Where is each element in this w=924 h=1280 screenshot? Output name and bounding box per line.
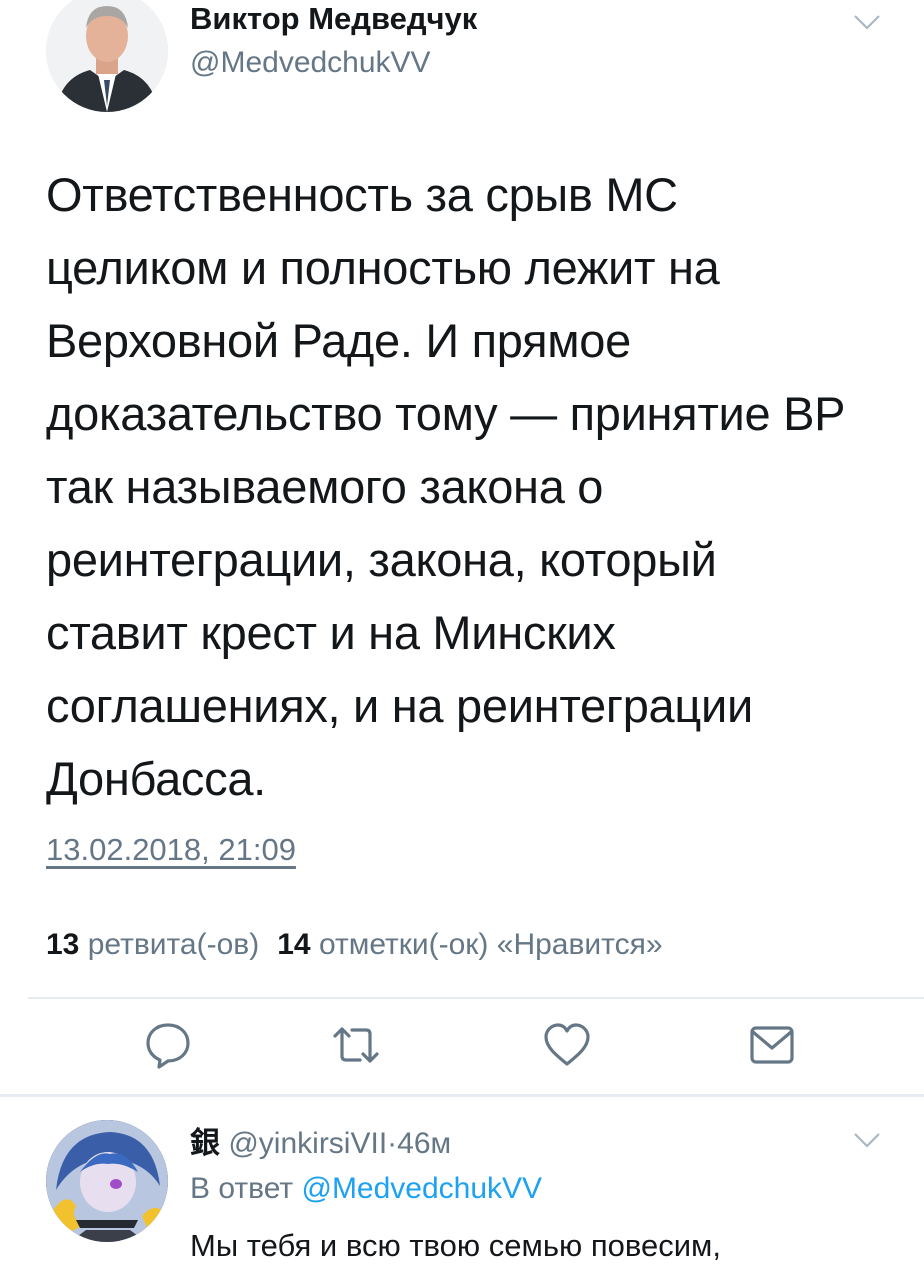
tweet-text-line: доказательство тому — принятие ВР (46, 387, 846, 440)
tweet-text-line: целиком и полностью лежит на (46, 241, 720, 294)
author-name[interactable]: Виктор Медведчук (190, 0, 477, 38)
reply-author-name[interactable]: 銀 (190, 1126, 220, 1161)
divider (28, 997, 924, 999)
reply-header: 銀 @yinkirsiVII·46м (190, 1118, 451, 1162)
chevron-down-icon[interactable] (852, 1128, 882, 1152)
tweet-stats: 13 ретвита(-ов) 14 отметки(-ок) «Нравится… (46, 928, 663, 962)
heart-icon[interactable] (542, 1020, 592, 1070)
author-avatar[interactable] (46, 0, 168, 112)
divider (0, 1094, 924, 1097)
reply-author-avatar[interactable] (46, 1120, 168, 1242)
reply-context-prefix: В ответ (190, 1172, 294, 1205)
likes-count: 14 (277, 928, 311, 961)
envelope-icon[interactable] (747, 1020, 797, 1070)
author-handle[interactable]: @MedvedchukVV (190, 44, 431, 82)
tweet-text-line: реинтеграции, закона, который (46, 533, 717, 586)
tweet-action-bar (0, 1020, 924, 1080)
tweet-detail-screen: Виктор Медведчук @MedvedchukVV Ответстве… (0, 0, 924, 1280)
tweet-text-line: так называемого закона о (46, 460, 604, 513)
tweet-text: Ответственность за срыв МС целиком и пол… (46, 158, 906, 815)
tweet-text-line: соглашениях, и на реинтеграции (46, 679, 753, 732)
tweet-text-line: Донбасса. (46, 752, 266, 805)
tweet-text-line: Верховной Раде. И прямое (46, 314, 631, 367)
retweets-count: 13 (46, 928, 80, 961)
tweet-timestamp[interactable]: 13.02.2018, 21:09 (46, 832, 296, 868)
speech-bubble-icon[interactable] (143, 1020, 193, 1070)
chevron-down-icon[interactable] (852, 10, 882, 34)
reply-context-mention[interactable]: @MedvedchukVV (301, 1172, 542, 1205)
retweet-arrows-icon[interactable] (331, 1020, 381, 1070)
tweet-text-line: Ответственность за срыв МС (46, 168, 678, 221)
likes-stat[interactable]: 14 отметки(-ок) «Нравится» (277, 928, 662, 961)
reply-text: Мы тебя и всю твою семью повесим, (190, 1228, 721, 1263)
retweets-label: ретвита(-ов) (87, 928, 260, 961)
reply-context: В ответ @MedvedchukVV (190, 1172, 542, 1206)
reply-separator: · (387, 1127, 398, 1160)
reply-author-handle[interactable]: @yinkirsiVII (228, 1127, 387, 1160)
likes-label: отметки(-ок) «Нравится» (318, 928, 663, 961)
reply-time[interactable]: 46м (397, 1127, 451, 1160)
retweets-stat[interactable]: 13 ретвита(-ов) (46, 928, 259, 961)
tweet-text-line: ставит крест и на Минских (46, 606, 616, 659)
